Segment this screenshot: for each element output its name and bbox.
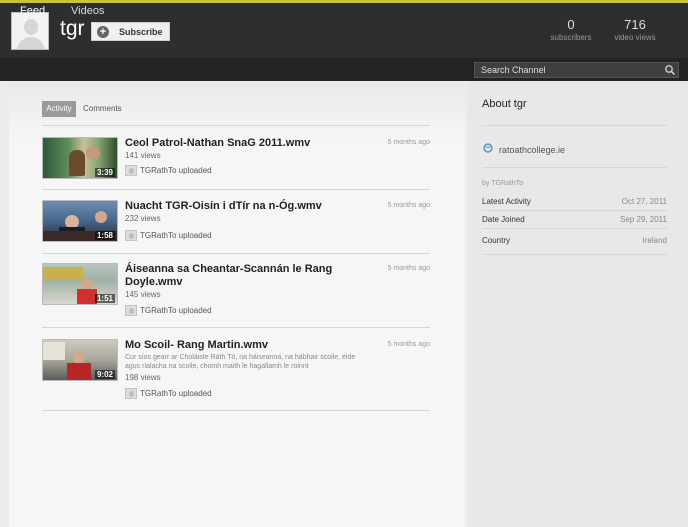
- video-views: 141 views: [125, 151, 161, 160]
- date-joined-value: Sep 29, 2011: [619, 215, 667, 224]
- uploader[interactable]: TGRathTo uploaded: [125, 165, 212, 176]
- subtab-activity[interactable]: Activity: [42, 101, 76, 117]
- avatar-body-shape: [17, 37, 45, 49]
- video-duration: 1:51: [94, 294, 115, 303]
- video-title[interactable]: Nuacht TGR-Oisín i dTír na n-Óg.wmv: [125, 200, 375, 213]
- uploader-label: TGRathTo uploaded: [140, 306, 212, 315]
- video-views-count: 716: [624, 17, 646, 32]
- divider: [482, 167, 667, 168]
- globe-icon: [483, 143, 493, 153]
- time-ago: 5 months ago: [387, 139, 430, 146]
- feed-item: 1:58 Nuacht TGR-Oisín i dTír na n-Óg.wmv…: [42, 200, 430, 254]
- video-views: 232 views: [125, 214, 161, 223]
- video-thumbnail[interactable]: 1:58: [42, 200, 118, 242]
- video-thumbnail[interactable]: 9:02: [42, 339, 118, 381]
- video-thumbnail[interactable]: 3:39: [42, 137, 118, 179]
- time-ago: 5 months ago: [387, 202, 430, 209]
- user-icon: [125, 305, 137, 316]
- video-views: 145 views: [125, 290, 161, 299]
- user-icon: [125, 388, 137, 399]
- divider: [482, 125, 667, 126]
- video-views-caption: video views: [614, 33, 656, 42]
- uploader[interactable]: TGRathTo uploaded: [125, 305, 212, 316]
- uploader[interactable]: TGRathTo uploaded: [125, 388, 212, 399]
- video-title[interactable]: Mo Scoil- Rang Martin.wmv: [125, 339, 375, 352]
- about-heading: About tgr: [482, 98, 527, 110]
- time-ago: 5 months ago: [387, 341, 430, 348]
- video-title[interactable]: Ceol Patrol-Nathan SnaG 2011.wmv: [125, 137, 375, 150]
- video-title[interactable]: Áiseanna sa Cheantar-Scannán le Rang Doy…: [125, 263, 375, 289]
- video-thumbnail[interactable]: 1:51: [42, 263, 118, 305]
- subtab-comments[interactable]: Comments: [83, 101, 122, 117]
- uploader-label: TGRathTo uploaded: [140, 166, 212, 175]
- avatar-head-shape: [24, 19, 38, 35]
- tab-videos[interactable]: Videos: [71, 5, 104, 17]
- divider: [482, 210, 667, 211]
- video-views: 198 views: [125, 373, 161, 382]
- country-label: Country: [482, 236, 511, 245]
- divider: [42, 327, 430, 328]
- latest-activity-value: Oct 27, 2011: [621, 197, 667, 206]
- video-duration: 1:58: [94, 231, 115, 240]
- subscribers-count: 0: [567, 17, 575, 32]
- video-duration: 3:39: [94, 168, 115, 177]
- divider: [42, 410, 430, 411]
- latest-activity-label: Latest Activity: [482, 197, 531, 206]
- divider: [42, 189, 430, 190]
- search-icon[interactable]: [664, 64, 676, 76]
- owner-label: by TGRathTo: [482, 180, 524, 187]
- uploader-label: TGRathTo uploaded: [140, 231, 212, 240]
- uploader-label: TGRathTo uploaded: [140, 389, 212, 398]
- subscribe-button[interactable]: + Subscribe: [91, 22, 170, 41]
- time-ago: 5 months ago: [387, 265, 430, 272]
- country-value: Ireland: [642, 236, 667, 245]
- subscribers-caption: subscribers: [550, 33, 592, 42]
- user-icon: [125, 230, 137, 241]
- user-icon: [125, 165, 137, 176]
- subscribe-label: Subscribe: [119, 27, 163, 37]
- feed-item: 1:51 Áiseanna sa Cheantar-Scannán le Ran…: [42, 263, 430, 329]
- tab-feed[interactable]: Feed: [20, 5, 45, 17]
- divider: [42, 125, 430, 126]
- feed-item: 3:39 Ceol Patrol-Nathan SnaG 2011.wmv 5 …: [42, 137, 430, 190]
- website-link[interactable]: ratoathcollege.ie: [499, 145, 565, 155]
- search-channel-input[interactable]: Search Channel: [474, 62, 679, 78]
- video-views-stat: 716 video views: [609, 17, 661, 42]
- divider: [482, 228, 667, 229]
- channel-avatar[interactable]: [11, 12, 49, 50]
- date-joined-label: Date Joined: [482, 215, 525, 224]
- channel-name[interactable]: tgr: [60, 17, 85, 41]
- video-description: Cur síos gearr ar Choláiste Ráth Tó, na …: [125, 354, 356, 370]
- divider: [482, 254, 667, 255]
- video-duration: 9:02: [94, 370, 115, 379]
- plus-icon: +: [97, 26, 109, 38]
- uploader[interactable]: TGRathTo uploaded: [125, 230, 212, 241]
- divider: [42, 253, 430, 254]
- feed-item: 9:02 Mo Scoil- Rang Martin.wmv 5 months …: [42, 339, 430, 411]
- subscribers-stat: 0 subscribers: [549, 17, 593, 42]
